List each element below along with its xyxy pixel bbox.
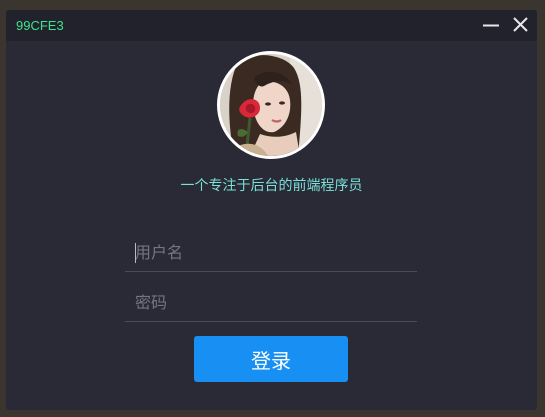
title-bar[interactable]: 99CFE3 (6, 10, 537, 41)
close-button[interactable] (508, 14, 532, 36)
password-field[interactable] (125, 283, 417, 322)
avatar-portrait-image (220, 54, 322, 156)
close-icon (513, 17, 528, 32)
username-input[interactable] (135, 239, 405, 265)
login-button[interactable]: 登录 (194, 336, 348, 382)
window-title: 99CFE3 (16, 18, 64, 33)
minimize-icon (483, 24, 499, 27)
login-window: 99CFE3 一个专注于后台的前端程序员 用户名 登录 (6, 10, 537, 410)
username-field[interactable] (125, 233, 417, 272)
minimize-button[interactable] (479, 14, 503, 36)
profile-slogan: 一个专注于后台的前端程序员 (180, 178, 363, 194)
avatar (217, 51, 325, 159)
password-input[interactable] (135, 289, 405, 315)
text-cursor (135, 243, 136, 263)
